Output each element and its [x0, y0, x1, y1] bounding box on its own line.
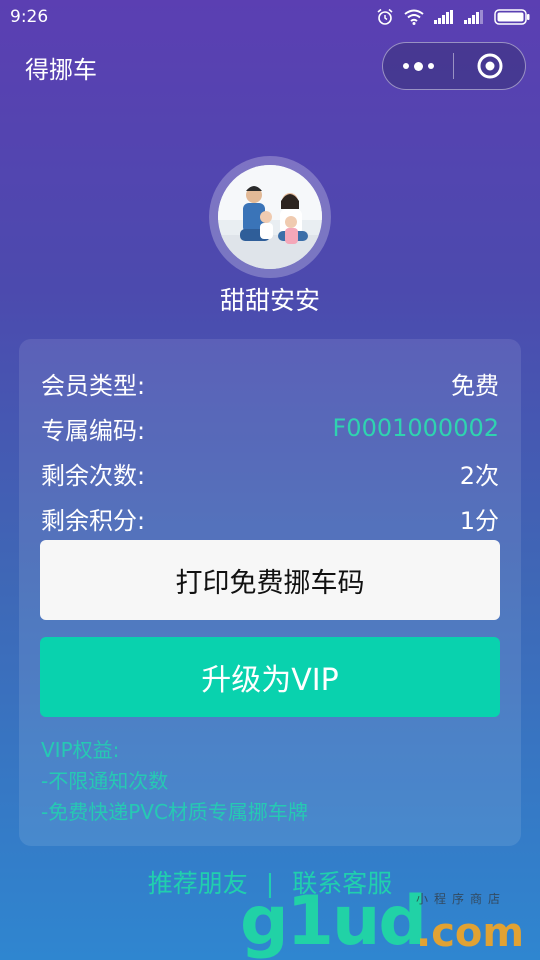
- info-row-remaining-times: 剩余次数: 2次: [41, 453, 499, 493]
- alarm-icon: [377, 8, 393, 25]
- watermark-main: g1ud: [240, 882, 427, 960]
- info-label: 专属编码:: [41, 416, 146, 445]
- upgrade-vip-button[interactable]: 升级为VIP: [40, 637, 500, 717]
- status-time: 9:26: [10, 7, 49, 27]
- info-label: 会员类型:: [41, 371, 146, 400]
- benefit-item: -不限通知次数: [41, 769, 169, 793]
- signal-icon: [434, 10, 453, 24]
- info-row-member-type: 会员类型: 免费: [41, 363, 499, 403]
- watermark-sub: 小程序商店: [416, 892, 507, 906]
- info-row-points: 剩余积分: 1分: [41, 498, 499, 538]
- watermark-logo: g1ud 小程序商店 .com: [240, 882, 540, 960]
- status-icons: [376, 8, 530, 26]
- target-circle-icon: [477, 53, 502, 79]
- more-dots-icon[interactable]: [383, 43, 453, 89]
- info-value: 1分: [459, 506, 499, 535]
- avatar-ring: [209, 156, 331, 278]
- info-row-code: 专属编码: F0001000002: [41, 408, 499, 448]
- avatar[interactable]: [218, 165, 322, 269]
- member-code: F0001000002: [332, 414, 500, 442]
- info-label: 剩余积分:: [41, 506, 146, 535]
- benefit-item: -免费快递PVC材质专属挪车牌: [41, 800, 308, 824]
- nav-bar: 得挪车: [0, 40, 540, 94]
- family-photo: [218, 165, 322, 269]
- info-value: 免费: [451, 371, 499, 400]
- username: 甜甜安安: [219, 286, 320, 315]
- member-card: 会员类型: 免费 专属编码: F0001000002 剩余次数: 2次 剩余积分…: [19, 339, 521, 846]
- close-button[interactable]: [454, 43, 525, 89]
- watermark-suffix: .com: [416, 910, 525, 956]
- status-bar: 9:26: [0, 0, 540, 34]
- recommend-friend-link[interactable]: 推荐朋友: [148, 869, 248, 898]
- mini-program-capsule: [382, 42, 526, 90]
- info-value: 2次: [459, 461, 499, 490]
- benefits-title: VIP权益:: [41, 738, 120, 762]
- page-title: 得挪车: [25, 56, 97, 84]
- info-label: 剩余次数:: [41, 461, 146, 490]
- signal-icon-2: [464, 10, 483, 24]
- wifi-icon: [404, 9, 424, 25]
- vip-benefits: VIP权益: -不限通知次数 -免费快递PVC材质专属挪车牌: [41, 735, 308, 828]
- print-code-button[interactable]: 打印免费挪车码: [40, 540, 500, 620]
- battery-icon: [494, 9, 530, 25]
